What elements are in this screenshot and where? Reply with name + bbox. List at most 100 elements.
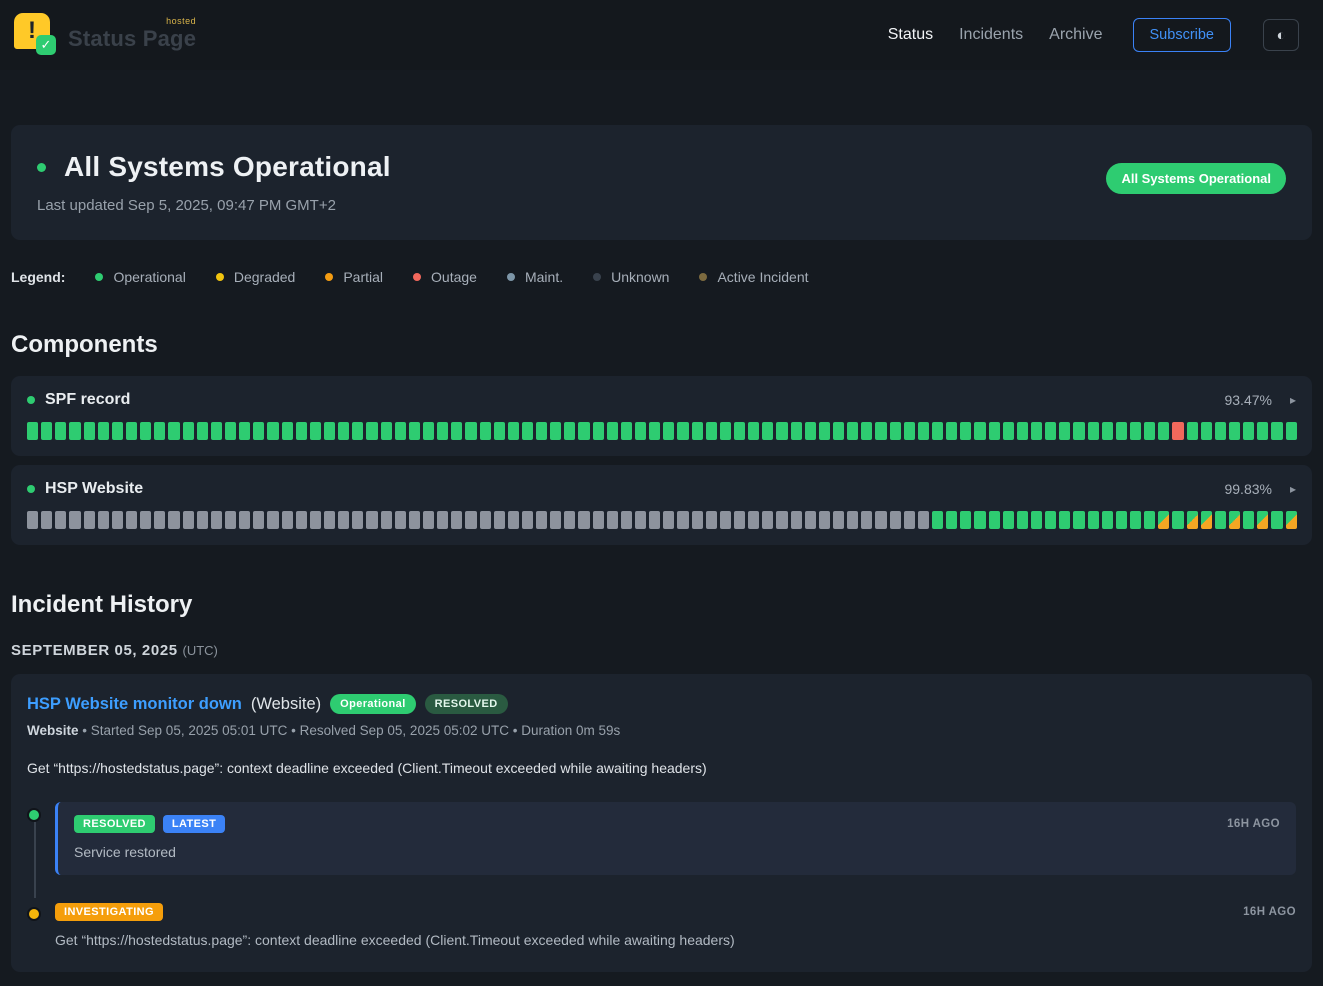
uptime-bar (677, 511, 688, 529)
uptime-bar (677, 422, 688, 440)
uptime-bar (1073, 422, 1084, 440)
uptime-bar (494, 422, 505, 440)
incident-meta-details: • Started Sep 05, 2025 05:01 UTC • Resol… (82, 723, 620, 738)
uptime-bar (635, 511, 646, 529)
component-status-dot (27, 396, 35, 404)
component-header[interactable]: HSP Website 99.83% ▸ (27, 480, 1296, 498)
uptime-bar (932, 511, 943, 529)
update-text: Service restored (74, 844, 1280, 860)
chevron-right-icon[interactable]: ▸ (1290, 393, 1296, 407)
uptime-bar (564, 422, 575, 440)
update-timestamp: 16H AGO (1243, 906, 1296, 918)
uptime-bar (225, 511, 236, 529)
legend-item-active-incident: Active Incident (699, 269, 808, 285)
chevron-right-icon[interactable]: ▸ (1290, 482, 1296, 496)
uptime-bar (352, 511, 363, 529)
uptime-bar (593, 422, 604, 440)
uptime-bar (381, 422, 392, 440)
uptime-bar (776, 511, 787, 529)
uptime-bar (890, 511, 901, 529)
uptime-bar (1172, 511, 1183, 529)
uptime-bar (69, 511, 80, 529)
uptime-bar (974, 511, 985, 529)
uptime-bar (84, 422, 95, 440)
uptime-bar (154, 422, 165, 440)
uptime-bar (140, 422, 151, 440)
uptime-bar (1158, 511, 1169, 529)
brand-logo[interactable]: ! ✓ hosted Status Page (14, 13, 196, 57)
uptime-bar (1201, 422, 1212, 440)
uptime-bar (1102, 422, 1113, 440)
uptime-bar (819, 511, 830, 529)
subscribe-button[interactable]: Subscribe (1133, 18, 1231, 52)
nav-status[interactable]: Status (888, 26, 933, 44)
unknown-dot-icon (593, 273, 601, 281)
uptime-bar (409, 511, 420, 529)
uptime-bar (225, 422, 236, 440)
uptime-bar (239, 511, 250, 529)
uptime-bar (847, 422, 858, 440)
uptime-bar (649, 422, 660, 440)
uptime-bar (1116, 511, 1127, 529)
uptime-bar (1215, 422, 1226, 440)
uptime-bar (791, 422, 802, 440)
uptime-bar (310, 511, 321, 529)
uptime-bar (776, 422, 787, 440)
uptime-bar (395, 511, 406, 529)
uptime-bar (267, 422, 278, 440)
uptime-bar (465, 511, 476, 529)
investigating-badge: INVESTIGATING (55, 903, 163, 921)
uptime-bar (1187, 511, 1198, 529)
uptime-bar (1271, 511, 1282, 529)
uptime-bar (1229, 422, 1240, 440)
uptime-bar (112, 511, 123, 529)
uptime-bar (154, 511, 165, 529)
component-header[interactable]: SPF record 93.47% ▸ (27, 391, 1296, 409)
uptime-bar (621, 422, 632, 440)
uptime-bar (1045, 511, 1056, 529)
uptime-bar (1144, 422, 1155, 440)
uptime-bar (734, 422, 745, 440)
update-header: RESOLVED LATEST 16H AGO (74, 815, 1280, 833)
latest-badge: LATEST (163, 815, 225, 833)
uptime-bar (423, 511, 434, 529)
uptime-bar (720, 422, 731, 440)
theme-toggle-button[interactable]: ◐ (1263, 19, 1299, 51)
uptime-bar (1286, 511, 1297, 529)
uptime-bar (310, 422, 321, 440)
uptime-bar (140, 511, 151, 529)
nav-incidents[interactable]: Incidents (959, 26, 1023, 44)
uptime-bar (833, 511, 844, 529)
uptime-bar (918, 422, 929, 440)
uptime-bar (1088, 422, 1099, 440)
uptime-bar (720, 511, 731, 529)
uptime-bar (381, 511, 392, 529)
uptime-bar (692, 511, 703, 529)
uptime-bar (861, 511, 872, 529)
uptime-bar (1045, 422, 1056, 440)
uptime-bars (27, 422, 1296, 440)
uptime-percentage: 99.83% (1224, 481, 1271, 497)
uptime-bar (267, 511, 278, 529)
legend-item-maintenance: Maint. (507, 269, 563, 285)
nav-archive[interactable]: Archive (1049, 26, 1102, 44)
uptime-bar (1257, 511, 1268, 529)
uptime-bar (762, 422, 773, 440)
uptime-bar (1172, 422, 1183, 440)
uptime-bar (197, 422, 208, 440)
uptime-bar (946, 422, 957, 440)
uptime-bar (607, 422, 618, 440)
incident-title-link[interactable]: HSP Website monitor down (27, 695, 242, 714)
uptime-bar (27, 511, 38, 529)
uptime-bar (395, 422, 406, 440)
uptime-bar (1215, 511, 1226, 529)
legend-item-operational: Operational (95, 269, 185, 285)
uptime-bar (847, 511, 858, 529)
uptime-bar (253, 422, 264, 440)
main-content: All Systems Operational Last updated Sep… (0, 125, 1323, 986)
uptime-bar (875, 511, 886, 529)
uptime-bar (98, 511, 109, 529)
uptime-bar (183, 422, 194, 440)
uptime-bar (338, 511, 349, 529)
uptime-bar (1003, 422, 1014, 440)
